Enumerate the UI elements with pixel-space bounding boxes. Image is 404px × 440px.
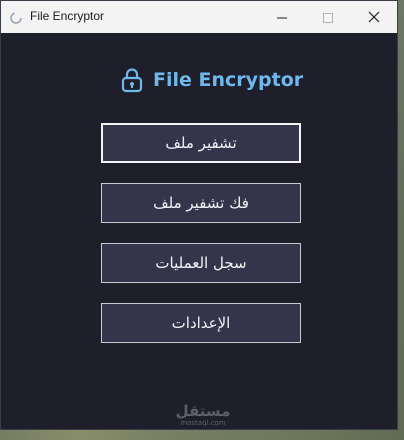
app-heading: File Encryptor bbox=[119, 65, 319, 95]
watermark-logo-text: مستقل bbox=[175, 402, 231, 420]
settings-button[interactable]: الإعدادات bbox=[101, 303, 301, 343]
title-bar[interactable]: File Encryptor bbox=[1, 1, 397, 33]
decrypt-file-button[interactable]: فك تشفير ملف bbox=[101, 183, 301, 223]
lock-icon bbox=[119, 67, 145, 93]
close-button[interactable] bbox=[351, 1, 397, 33]
app-spinner-icon bbox=[9, 10, 23, 24]
maximize-icon bbox=[323, 8, 333, 27]
watermark-url: mostaql.com bbox=[180, 419, 226, 427]
operations-log-button[interactable]: سجل العمليات bbox=[101, 243, 301, 283]
minimize-button[interactable] bbox=[259, 1, 305, 33]
window-title: File Encryptor bbox=[30, 9, 105, 23]
page-title: File Encryptor bbox=[153, 69, 304, 91]
close-icon bbox=[368, 8, 380, 27]
app-window: File Encryptor File Encryptor تشفير ملف … bbox=[0, 0, 398, 430]
encrypt-file-button[interactable]: تشفير ملف bbox=[101, 123, 301, 163]
watermark: مستقل mostaql.com bbox=[173, 403, 233, 429]
maximize-button[interactable] bbox=[305, 1, 351, 33]
minimize-icon bbox=[277, 8, 287, 27]
